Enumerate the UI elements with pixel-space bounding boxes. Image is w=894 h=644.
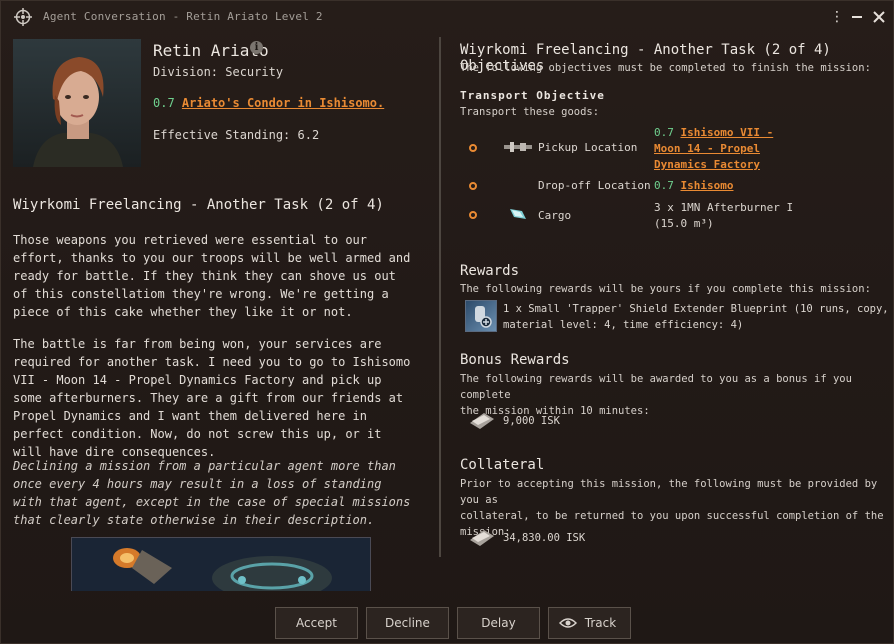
objectives-panel: Wiyrkomi Freelancing - Another Task (2 o… [460, 39, 890, 595]
panel-divider[interactable] [439, 37, 441, 557]
dropoff-location-value: 0.7 Ishisomo [654, 178, 733, 194]
accept-button[interactable]: Accept [275, 607, 358, 639]
location-link[interactable]: Ariato's Condor in Ishisomo. [182, 96, 384, 110]
reward-item: 1 x Small 'Trapper' Shield Extender Blue… [503, 301, 889, 333]
button-bar: Accept Decline Delay Track [1, 601, 894, 644]
cargo-bullet-icon [469, 211, 477, 219]
eye-icon [559, 618, 577, 628]
agent-portrait[interactable] [13, 39, 141, 167]
neocom-logo-icon [14, 8, 32, 26]
rewards-subtitle: The following rewards will be yours if y… [460, 283, 871, 295]
pickup-location-link[interactable]: Ishisomo VII - [681, 126, 774, 139]
bonus-subtitle-line: The following rewards will be awarded to… [460, 373, 852, 401]
mission-paragraph: Those weapons you retrieved were essenti… [13, 233, 411, 319]
collateral-isk-amount: 34,830.00 ISK [503, 532, 586, 544]
reward-item-line: 1 x Small 'Trapper' Shield Extender Blue… [503, 303, 889, 315]
cargo-volume: (15.0 m³) [654, 217, 714, 230]
cargo-item: 3 x 1MN Afterburner I [654, 201, 794, 214]
transport-objective-heading: Transport Objective [460, 89, 605, 102]
close-icon[interactable] [871, 8, 887, 26]
agent-location: 0.7 Ariato's Condor in Ishisomo. [153, 96, 384, 110]
pickup-location-link[interactable]: Moon 14 - Propel [654, 142, 760, 155]
pickup-location-label: Pickup Location [538, 141, 638, 154]
more-options-icon[interactable]: ⋮ [829, 8, 845, 26]
dropoff-location-link[interactable]: Ishisomo [681, 179, 734, 192]
pickup-location-link[interactable]: Dynamics Factory [654, 158, 760, 171]
track-label: Track [584, 616, 617, 630]
station-icon [504, 142, 532, 152]
agent-division: Division: Security [153, 65, 284, 79]
mission-image [71, 537, 371, 591]
blueprint-icon[interactable] [465, 300, 497, 332]
pickup-bullet-icon [469, 144, 477, 152]
isk-icon [470, 530, 494, 546]
dropoff-security-status: 0.7 [654, 179, 674, 192]
info-icon[interactable]: i [250, 41, 263, 54]
objectives-subtitle: The following objectives must be complet… [460, 62, 871, 74]
collateral-heading: Collateral [460, 457, 545, 473]
bonus-isk-amount: 9,000 ISK [503, 415, 560, 427]
cargo-value: 3 x 1MN Afterburner I (15.0 m³) [654, 200, 793, 232]
agent-conversation-window: Agent Conversation - Retin Ariato Level … [0, 0, 894, 644]
delay-button[interactable]: Delay [457, 607, 540, 639]
pickup-security-status: 0.7 [654, 126, 674, 139]
agent-info-panel: Retin Ariato i Division: Security 0.7 Ar… [13, 39, 433, 591]
reward-item-line: material level: 4, time efficiency: 4) [503, 319, 744, 331]
bonus-rewards-subtitle: The following rewards will be awarded to… [460, 371, 890, 419]
mission-paragraph: The battle is far from being won, your s… [13, 337, 411, 459]
window-title: Agent Conversation - Retin Ariato Level … [43, 10, 323, 23]
effective-standing: Effective Standing: 6.2 [153, 128, 320, 142]
location-security-status: 0.7 [153, 96, 175, 110]
pickup-location-value: 0.7 Ishisomo VII - Moon 14 - Propel Dyna… [654, 125, 773, 173]
dropoff-bullet-icon [469, 182, 477, 190]
cargo-label: Cargo [538, 209, 572, 222]
collateral-subtitle-line: Prior to accepting this mission, the fol… [460, 478, 878, 506]
afterburner-icon[interactable] [508, 207, 528, 221]
decline-button[interactable]: Decline [366, 607, 449, 639]
track-button[interactable]: Track [548, 607, 631, 639]
bonus-rewards-heading: Bonus Rewards [460, 352, 570, 368]
rewards-heading: Rewards [460, 263, 520, 279]
transport-subtitle: Transport these goods: [460, 106, 600, 118]
minimize-icon[interactable] [849, 8, 865, 26]
isk-icon [470, 413, 494, 429]
decline-warning: Declining a mission from a particular ag… [13, 459, 411, 527]
dropoff-location-label: Drop-off Location [538, 179, 651, 192]
title-bar[interactable]: Agent Conversation - Retin Ariato Level … [1, 1, 894, 33]
mission-title: Wiyrkomi Freelancing - Another Task (2 o… [13, 197, 384, 213]
